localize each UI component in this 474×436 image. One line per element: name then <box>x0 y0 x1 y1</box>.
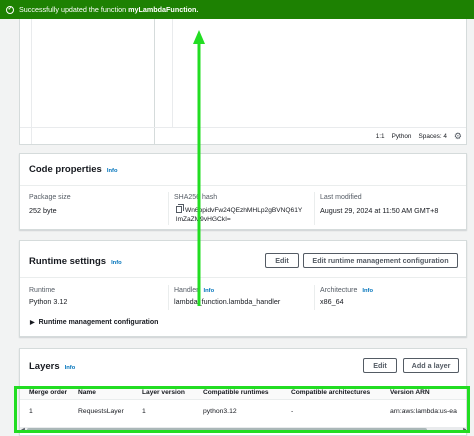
column-separator <box>314 285 315 310</box>
runtime-settings-info-link[interactable]: Info <box>111 260 122 266</box>
last-modified-value: August 29, 2024 at 11:50 AM GMT+8 <box>320 206 439 215</box>
copy-icon[interactable] <box>176 204 184 213</box>
highlight-box-annotation <box>14 386 470 433</box>
column-separator <box>314 192 315 225</box>
handler-label: Handler Info <box>174 287 215 294</box>
code-properties-info-link[interactable]: Info <box>107 168 118 174</box>
divider <box>20 277 466 278</box>
architecture-value: x86_64 <box>320 297 344 306</box>
code-properties-title: Code properties Info <box>29 164 118 175</box>
runtime-management-expander[interactable]: ▶ Runtime management configuration <box>30 319 158 326</box>
flash-function-name: myLambdaFunction. <box>128 5 199 14</box>
editor-ruler <box>172 19 173 127</box>
edit-layers-button[interactable]: Edit <box>363 358 397 373</box>
column-separator <box>168 192 169 225</box>
caret-right-icon: ▶ <box>30 320 35 326</box>
code-editor[interactable]: 1:1 Python Spaces: 4 ⚙ <box>19 19 467 145</box>
runtime-settings-title: Runtime settings Info <box>29 256 122 267</box>
runtime-value: Python 3.12 <box>29 297 68 306</box>
package-size-value: 252 byte <box>29 206 57 215</box>
runtime-settings-panel: Runtime settings Info Edit Edit runtime m… <box>19 240 467 337</box>
edit-runtime-management-button[interactable]: Edit runtime management configuration <box>303 253 458 268</box>
sha-value-line2: lmZaZM9vHGCkI= <box>176 216 231 223</box>
runtime-label: Runtime <box>29 287 56 294</box>
gear-icon[interactable]: ⚙ <box>454 131 462 142</box>
language-mode[interactable]: Python <box>392 133 412 140</box>
last-modified-label: Last modified <box>320 194 362 201</box>
flash-message: Successfully updated the function myLamb… <box>19 5 198 14</box>
column-separator <box>168 285 169 310</box>
cursor-position[interactable]: 1:1 <box>376 133 385 140</box>
sha-value: Wn6ppidvFw24QEzhMHLp2gBVNQ61Y <box>176 204 302 214</box>
code-properties-panel: Code properties Info Package size 252 byt… <box>19 153 467 230</box>
layers-info-link[interactable]: Info <box>65 365 76 371</box>
layers-title: Layers Info <box>29 361 76 372</box>
check-circle-icon: ✓ <box>6 5 14 14</box>
editor-divider[interactable] <box>154 19 155 144</box>
package-size-label: Package size <box>29 194 71 201</box>
handler-value: lambda_function.lambda_handler <box>174 297 281 306</box>
add-layer-button[interactable]: Add a layer <box>403 358 459 373</box>
divider <box>20 185 466 186</box>
handler-info-link[interactable]: Info <box>204 288 215 294</box>
sha-label: SHA256 hash <box>174 194 218 201</box>
indent-setting[interactable]: Spaces: 4 <box>419 133 447 140</box>
editor-status-bar: 1:1 Python Spaces: 4 ⚙ <box>20 127 466 144</box>
success-flash: ✓ Successfully updated the function myLa… <box>0 0 474 19</box>
editor-gutter <box>20 19 32 144</box>
flash-prefix: Successfully updated the function <box>19 5 129 14</box>
architecture-label: Architecture Info <box>320 287 373 294</box>
architecture-info-link[interactable]: Info <box>362 288 373 294</box>
edit-runtime-button[interactable]: Edit <box>265 253 299 268</box>
